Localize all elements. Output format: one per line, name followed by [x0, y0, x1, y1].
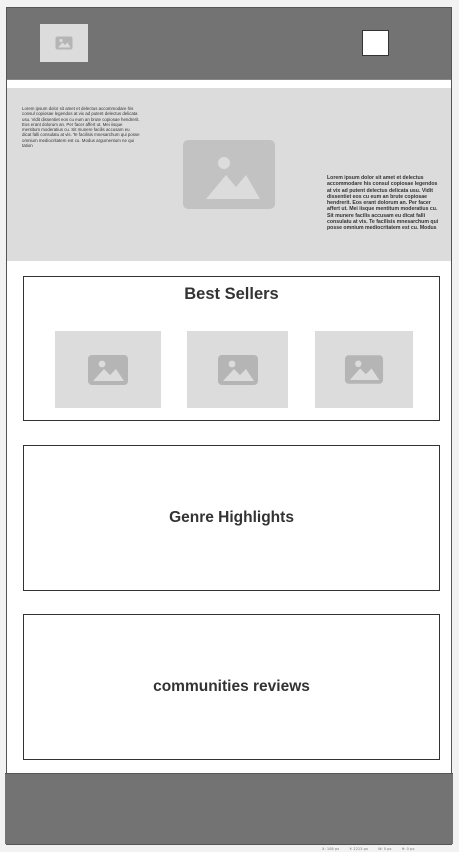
book-card[interactable] — [187, 331, 288, 408]
genre-highlights-section: Genre Highlights — [23, 445, 440, 591]
book-card[interactable] — [315, 331, 413, 408]
header — [7, 8, 451, 79]
status-bar: X: 108 px Y: 2213 px W: 0 px H: 0 px — [322, 845, 459, 852]
best-sellers-section: Best Sellers — [23, 276, 440, 421]
image-icon — [206, 156, 260, 199]
hero-image-placeholder — [183, 140, 275, 209]
image-icon — [55, 36, 73, 50]
status-x: X: 108 px — [322, 846, 340, 851]
genre-highlights-title: Genre Highlights — [169, 509, 294, 526]
best-sellers-title: Best Sellers — [184, 285, 279, 303]
page-frame: Lorem ipsum dolor sit amet et delectus a… — [5, 7, 453, 845]
image-icon — [88, 354, 128, 385]
image-icon — [344, 355, 384, 384]
hero-right-text: Lorem ipsum dolor sit amet et delectus a… — [327, 175, 439, 232]
menu-button[interactable] — [362, 30, 389, 56]
community-reviews-title: communities reviews — [153, 678, 310, 695]
image-icon — [217, 354, 258, 385]
footer — [5, 773, 453, 844]
hero-banner: Lorem ipsum dolor sit amet et delectus a… — [7, 88, 451, 261]
hero-left-text: Lorem ipsum dolor sit amet et delectus a… — [22, 106, 140, 149]
book-card[interactable] — [55, 331, 161, 408]
logo-image-placeholder[interactable] — [40, 24, 88, 62]
community-reviews-section: communities reviews — [23, 614, 440, 760]
status-w: W: 0 px — [378, 846, 392, 851]
header-divider — [7, 79, 451, 80]
status-h: H: 0 px — [401, 846, 415, 851]
status-y: Y: 2213 px — [349, 846, 369, 851]
